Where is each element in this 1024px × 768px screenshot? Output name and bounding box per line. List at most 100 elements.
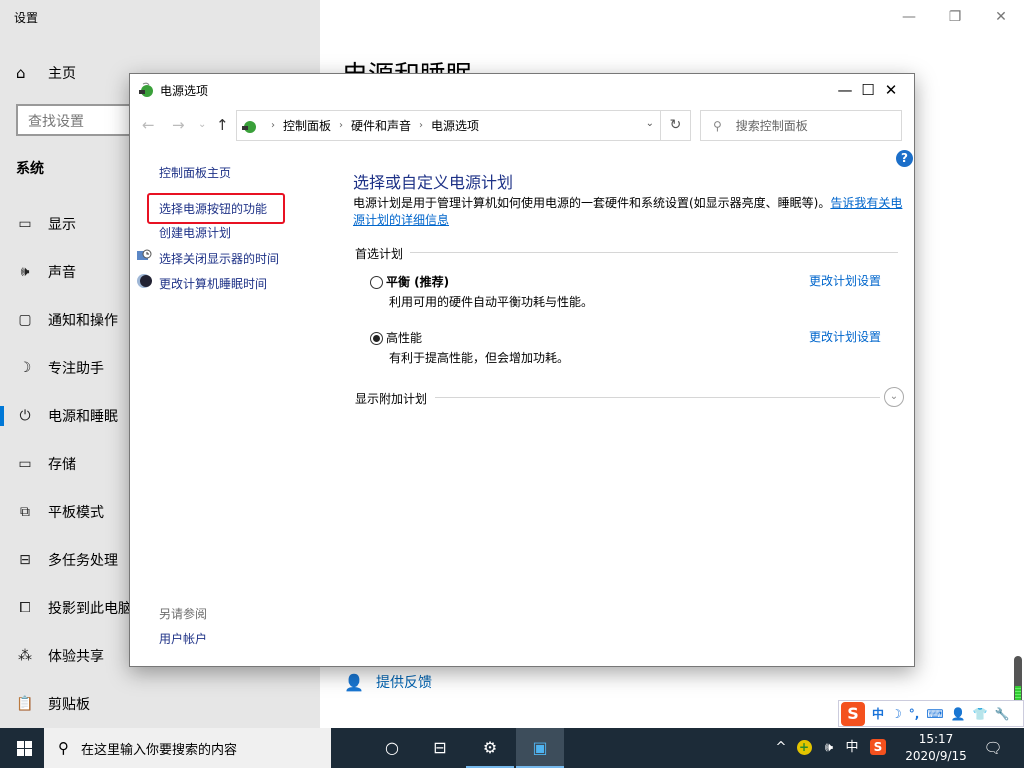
notification-icon: ▢	[18, 312, 32, 328]
task-view-icon: ⊟	[433, 738, 447, 757]
forward-button[interactable]: →	[172, 116, 185, 134]
start-button[interactable]	[0, 728, 48, 768]
breadcrumb-separator-icon: ›	[419, 120, 424, 131]
high-performance-change-settings-link[interactable]: 更改计划设置	[809, 328, 881, 345]
control-panel-icon	[242, 120, 256, 133]
cortana-button[interactable]: ○	[368, 728, 416, 768]
tablet-mode-icon: ⧉	[20, 504, 30, 520]
search-icon: ⚲	[58, 739, 69, 757]
feedback-label: 提供反馈	[376, 675, 432, 691]
breadcrumb-control-panel[interactable]: 控制面板	[283, 117, 331, 134]
high-performance-plan-name[interactable]: 高性能	[386, 329, 422, 346]
create-power-plan-link[interactable]: 创建电源计划	[159, 224, 231, 241]
breadcrumb-separator-icon: ›	[271, 120, 275, 131]
balanced-change-settings-link[interactable]: 更改计划设置	[809, 272, 881, 289]
ime-skin-icon[interactable]: 👕	[973, 707, 988, 721]
search-placeholder: 搜索控制面板	[735, 119, 808, 133]
share-icon: ⁂	[18, 648, 32, 664]
title-bar[interactable]: 电源选项 — ☐ ✕	[130, 74, 914, 106]
multitasking-icon: ⊟	[19, 552, 31, 568]
sleep-time-link[interactable]: 更改计算机睡眠时间	[159, 275, 267, 292]
feedback-link[interactable]: 👤 提供反馈	[344, 672, 432, 692]
taskbar-search-input[interactable]: ⚲ 在这里输入你要搜索的内容	[44, 728, 331, 768]
settings-title: 设置	[14, 11, 39, 25]
up-button[interactable]: ↑	[216, 116, 229, 134]
sidebar-item-home[interactable]: ⌂ 主页	[16, 62, 76, 84]
show-additional-plans-header[interactable]: 显示附加计划	[355, 390, 427, 407]
task-view-button[interactable]: ⊟	[416, 728, 464, 768]
sidebar-item-label: 存储	[48, 457, 76, 473]
sidebar-item-label: 体验共享	[48, 649, 104, 665]
balanced-plan-name[interactable]: 平衡 (推荐)	[386, 273, 449, 290]
ime-tools-icon[interactable]: 🔧	[995, 707, 1010, 721]
taskbar: ⚲ 在这里输入你要搜索的内容 ○ ⊟ ⚙ ▣ ^ + 🕪 中 S 15:17 2…	[0, 728, 1024, 768]
preferred-plans-header: 首选计划	[355, 247, 404, 261]
window-title: 电源选项	[160, 84, 209, 98]
expand-chevron-icon[interactable]: ⌄	[884, 387, 904, 407]
action-center-button[interactable]: 🗨	[978, 728, 1008, 768]
storage-icon: ▭	[18, 456, 32, 472]
ime-punctuation-icon[interactable]: °,	[909, 707, 920, 721]
input-language-indicator[interactable]: 中	[843, 728, 861, 768]
sogou-logo-icon[interactable]: S	[841, 701, 865, 726]
sidebar-item-label: 投影到此电脑	[48, 601, 132, 617]
volume-icon[interactable]: 🕪	[818, 728, 840, 768]
breadcrumb-hardware-sound[interactable]: 硬件和声音	[351, 117, 411, 134]
clipboard-icon: 📋	[16, 696, 34, 712]
recent-locations-button[interactable]: ⌄	[198, 119, 206, 130]
sogou-tray-icon[interactable]: S	[868, 728, 888, 768]
ime-keyboard-icon[interactable]: ⌨	[926, 707, 943, 721]
show-hidden-icons-button[interactable]: ^	[772, 728, 790, 768]
sidebar-item-label: 剪贴板	[48, 697, 90, 713]
close-button[interactable]: ✕	[868, 74, 914, 106]
taskbar-search-placeholder: 在这里输入你要搜索的内容	[81, 742, 238, 758]
address-bar[interactable]: › 控制面板 › 硬件和声音 › 电源选项 ⌄	[236, 110, 661, 141]
user-accounts-link[interactable]: 用户帐户	[159, 630, 207, 647]
help-button[interactable]: ?	[896, 150, 913, 167]
see-also-label: 另请参阅	[159, 607, 208, 621]
refresh-button[interactable]: ↻	[660, 110, 691, 141]
control-panel-search-input[interactable]: ⚲ 搜索控制面板	[700, 110, 902, 141]
sidebar-item-label: 声音	[48, 265, 76, 281]
ime-halfwidth-icon[interactable]: ☽	[891, 707, 902, 721]
breadcrumb-power-options[interactable]: 电源选项	[431, 117, 479, 134]
control-panel-app-icon: ▣	[532, 738, 548, 757]
power-options-icon	[139, 82, 153, 97]
settings-close-button[interactable]: ✕	[978, 4, 1024, 30]
clock[interactable]: 15:17 2020/9/15	[896, 731, 976, 765]
sidebar-item-label: 平板模式	[48, 505, 104, 521]
settings-restore-button[interactable]: ❐	[932, 4, 978, 30]
back-button[interactable]: ←	[142, 116, 155, 134]
settings-taskbar-button[interactable]: ⚙	[466, 728, 514, 768]
sidebar-item-label: 通知和操作	[48, 313, 118, 329]
tray-app-plus-icon[interactable]: +	[794, 728, 814, 768]
ime-user-icon[interactable]: 👤	[951, 707, 966, 721]
control-panel-taskbar-button[interactable]: ▣	[516, 728, 564, 768]
power-options-window: 电源选项 — ☐ ✕ ← → ⌄ ↑ › 控制面板 › 硬件和声音 › 电源选项…	[129, 73, 915, 667]
cortana-circle-icon: ○	[385, 738, 399, 757]
balanced-plan-radio[interactable]	[370, 276, 383, 289]
sidebar-item-clipboard[interactable]: 📋 剪贴板	[0, 684, 320, 724]
moon-icon: ☽	[18, 360, 32, 376]
display-off-time-link[interactable]: 选择关闭显示器的时间	[159, 250, 279, 267]
control-panel-home-link[interactable]: 控制面板主页	[159, 164, 231, 181]
home-icon: ⌂	[16, 64, 26, 82]
breadcrumb-separator-icon: ›	[339, 120, 344, 131]
address-dropdown-icon[interactable]: ⌄	[646, 118, 654, 129]
main-description: 电源计划是用于管理计算机如何使用电源的一套硬件和系统设置(如显示器亮度、睡眠等)…	[353, 195, 905, 229]
settings-minimize-button[interactable]: —	[886, 4, 932, 30]
gear-icon: ⚙	[482, 738, 498, 757]
sleep-moon-icon	[137, 274, 152, 288]
high-performance-plan-radio[interactable]	[370, 332, 383, 345]
sidebar-item-label: 专注助手	[48, 361, 104, 377]
display-timer-icon	[137, 249, 152, 260]
power-icon: ⏻	[19, 408, 31, 424]
navigation-bar: ← → ⌄ ↑ › 控制面板 › 硬件和声音 › 电源选项 ⌄ ↻ ⚲ 搜索控制…	[130, 110, 914, 142]
choose-power-button-link[interactable]: 选择电源按钮的功能	[159, 200, 267, 217]
clock-time: 15:17	[918, 732, 954, 746]
section-label: 系统	[16, 161, 44, 177]
divider	[435, 397, 880, 398]
ime-chinese-mode-icon[interactable]: 中	[872, 705, 884, 722]
sidebar-item-label: 显示	[48, 217, 76, 233]
project-icon: ⧠	[19, 600, 31, 616]
